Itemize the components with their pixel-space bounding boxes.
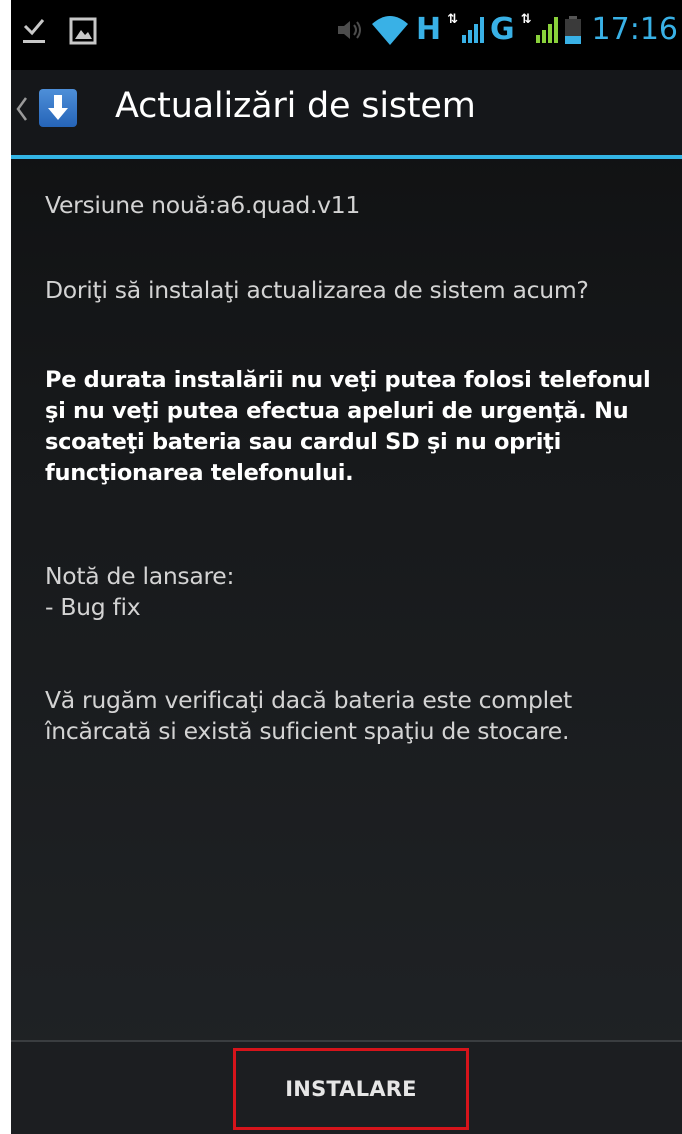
signal-icon: [535, 16, 558, 43]
download-done-icon: [23, 19, 45, 43]
install-question-text: Doriţi să instalaţi actualizarea de sist…: [45, 276, 589, 304]
install-button[interactable]: INSTALARE: [233, 1048, 469, 1130]
phone-screen: H ⇅ G ⇅ 17:16 Actualizări de sistem Vers…: [11, 0, 682, 1134]
clock: 17:16: [591, 12, 678, 47]
status-bar: H ⇅ G ⇅ 17:16: [11, 0, 682, 70]
battery-check-text: Vă rugăm verificaţi dacă bateria este co…: [45, 686, 572, 745]
download-arrow-icon: [48, 95, 68, 120]
install-warning-text: Pe durata instalării nu veţi putea folos…: [45, 367, 651, 486]
status-bar-notifications: [21, 16, 97, 46]
network-type-h: H: [415, 12, 442, 47]
page-title: Actualizări de sistem: [115, 86, 476, 126]
data-arrows-icon: ⇅: [520, 12, 532, 27]
release-notes-item: - Bug fix: [45, 593, 141, 621]
image-icon: [69, 17, 97, 45]
release-notes: Notă de lansare: - Bug fix: [45, 561, 234, 623]
back-chevron-icon[interactable]: [16, 96, 28, 122]
battery-icon: [564, 15, 581, 44]
volume-icon: [337, 20, 361, 39]
system-update-app-icon[interactable]: [39, 89, 77, 127]
wifi-icon: [371, 15, 408, 45]
data-arrows-icon: ⇅: [447, 12, 458, 27]
action-bar-divider: [11, 155, 682, 159]
signal-icon: [462, 16, 484, 43]
status-bar-system-icons: H ⇅ G ⇅ 17:16: [336, 12, 678, 47]
new-version-text: Versiune nouă:a6.quad.v11: [45, 191, 361, 219]
network-type-g: G: [490, 12, 515, 47]
release-notes-label: Notă de lansare:: [45, 562, 235, 590]
